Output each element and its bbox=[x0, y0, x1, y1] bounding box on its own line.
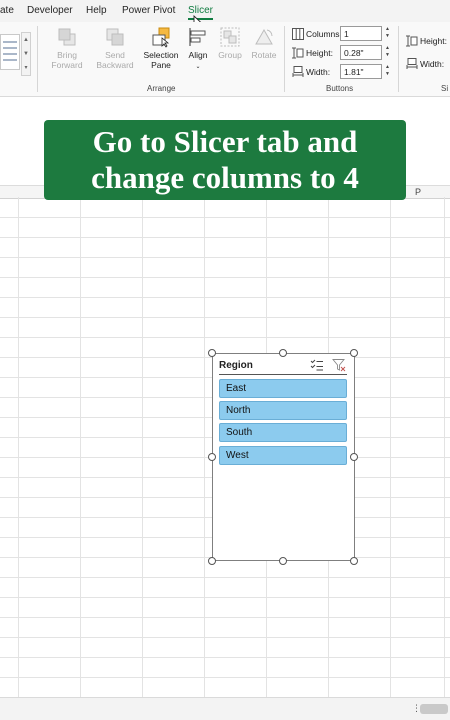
grid-line bbox=[0, 297, 450, 298]
grid-line bbox=[18, 197, 19, 697]
resize-handle-top[interactable] bbox=[279, 349, 287, 357]
columns-icon bbox=[292, 28, 304, 40]
bring-forward-label: Bring Forward bbox=[51, 50, 83, 70]
selection-pane-label: Selection Pane bbox=[143, 50, 179, 70]
more-icon[interactable]: ▾ bbox=[22, 61, 30, 75]
group-label: Group bbox=[218, 50, 242, 60]
tab-help[interactable]: Help bbox=[86, 5, 107, 16]
height-input[interactable]: 0.28" bbox=[340, 45, 382, 60]
region-slicer[interactable]: Region East North South West bbox=[212, 353, 355, 561]
multi-select-icon[interactable] bbox=[310, 358, 324, 372]
slicer-item-west[interactable]: West bbox=[219, 446, 347, 465]
slicer-item-south[interactable]: South bbox=[219, 423, 347, 442]
align-button[interactable]: Align ⌄ bbox=[184, 26, 212, 72]
sheet-tabs-bar: ⋮ bbox=[0, 697, 450, 720]
rotate-label: Rotate bbox=[251, 50, 277, 60]
grid-line bbox=[390, 197, 391, 697]
width-spinner[interactable]: ▲ ▼ bbox=[383, 64, 392, 79]
slicer-header-divider bbox=[219, 374, 347, 375]
arrange-group-label: Arrange bbox=[147, 84, 176, 93]
slicer-item-north[interactable]: North bbox=[219, 401, 347, 420]
height-icon bbox=[406, 35, 418, 47]
buttons-group-label: Buttons bbox=[326, 84, 354, 93]
resize-handle-top-left[interactable] bbox=[208, 349, 216, 357]
height-label: Height: bbox=[292, 47, 333, 59]
divider bbox=[398, 26, 399, 92]
resize-handle-bottom[interactable] bbox=[279, 557, 287, 565]
grid-line bbox=[444, 197, 445, 697]
slicer-styles-gallery[interactable] bbox=[0, 34, 20, 70]
grid-line bbox=[204, 197, 205, 697]
grid-line bbox=[0, 217, 450, 218]
grid-line bbox=[0, 337, 450, 338]
column-header-p[interactable]: P bbox=[415, 187, 421, 197]
align-label: Align bbox=[188, 50, 208, 60]
width-icon bbox=[292, 66, 304, 77]
horizontal-scrollbar[interactable] bbox=[420, 704, 448, 714]
columns-spinner[interactable]: ▲ ▼ bbox=[383, 26, 392, 41]
grid-line bbox=[0, 277, 450, 278]
chevron-up-icon[interactable]: ▲ bbox=[22, 33, 30, 47]
group-icon bbox=[220, 27, 240, 47]
columns-input[interactable]: 1 bbox=[340, 26, 382, 41]
rotate-icon bbox=[255, 28, 273, 45]
selection-pane-icon bbox=[152, 27, 170, 48]
clear-filter-icon[interactable] bbox=[332, 358, 346, 372]
selection-pane-button[interactable]: Selection Pane bbox=[140, 26, 182, 70]
grid-line bbox=[142, 197, 143, 697]
grid-line bbox=[0, 617, 450, 618]
grid-line bbox=[0, 257, 450, 258]
divider bbox=[37, 26, 38, 92]
gallery-scroll[interactable]: ▲ ▼ ▾ bbox=[21, 32, 31, 76]
send-backward-icon bbox=[106, 28, 124, 46]
size-width-label[interactable]: Width: bbox=[406, 58, 444, 70]
resize-handle-bottom-left[interactable] bbox=[208, 557, 216, 565]
width-label: Width: bbox=[292, 66, 330, 78]
slicer-item-east[interactable]: East bbox=[219, 379, 347, 398]
grid-line bbox=[0, 317, 450, 318]
ribbon: ▲ ▼ ▾ Bring Forward Send Backward Select… bbox=[0, 22, 450, 97]
divider bbox=[284, 26, 285, 92]
rotate-button[interactable]: Rotate bbox=[248, 26, 280, 60]
tab-power-pivot[interactable]: Power Pivot bbox=[122, 5, 175, 16]
grid-line bbox=[0, 677, 450, 678]
send-backward-button[interactable]: Send Backward bbox=[92, 26, 138, 70]
size-group-label: Si bbox=[441, 84, 449, 93]
width-icon bbox=[406, 58, 418, 69]
height-spinner[interactable]: ▲ ▼ bbox=[383, 45, 392, 60]
align-icon bbox=[189, 28, 206, 46]
resize-handle-bottom-right[interactable] bbox=[350, 557, 358, 565]
chevron-down-icon: ⌄ bbox=[195, 64, 201, 70]
grid-line bbox=[0, 597, 450, 598]
grid-line bbox=[80, 197, 81, 697]
resize-handle-top-right[interactable] bbox=[350, 349, 358, 357]
bring-forward-icon bbox=[58, 28, 76, 46]
size-height-label[interactable]: Height: bbox=[406, 35, 447, 47]
resize-handle-left[interactable] bbox=[208, 453, 216, 461]
tab-developer[interactable]: Developer bbox=[27, 5, 73, 16]
slicer-title: Region bbox=[219, 360, 253, 371]
chevron-down-icon[interactable]: ▼ bbox=[22, 47, 30, 61]
bring-forward-button[interactable]: Bring Forward bbox=[44, 26, 90, 70]
tab-create[interactable]: ate bbox=[0, 5, 14, 16]
grid-line bbox=[0, 577, 450, 578]
height-icon bbox=[292, 47, 304, 59]
columns-label: Columns: bbox=[292, 28, 342, 40]
send-backward-label: Send Backward bbox=[96, 50, 134, 70]
banner-line-1: Go to Slicer tab and bbox=[92, 124, 358, 159]
grid-line bbox=[0, 657, 450, 658]
banner-line-2: change columns to 4 bbox=[91, 160, 359, 195]
grid-line bbox=[0, 237, 450, 238]
grid-line bbox=[0, 637, 450, 638]
ribbon-tab-bar: ate Developer Help Power Pivot Slicer bbox=[0, 0, 450, 29]
resize-handle-right[interactable] bbox=[350, 453, 358, 461]
group-button[interactable]: Group bbox=[214, 26, 246, 60]
instruction-banner: Go to Slicer tab and change columns to 4 bbox=[44, 120, 406, 200]
width-input[interactable]: 1.81" bbox=[340, 64, 382, 79]
